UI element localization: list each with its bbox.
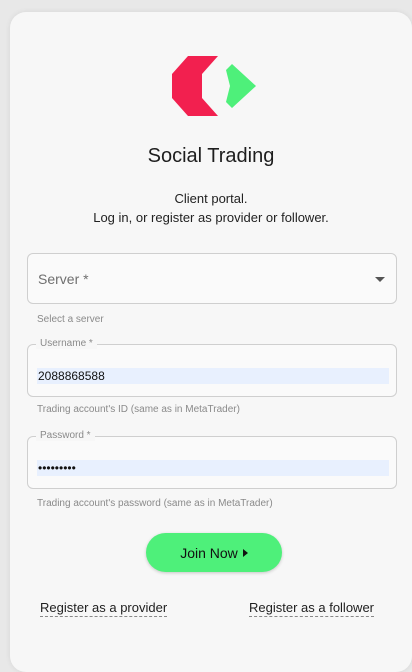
username-helper: Trading account's ID (same as in MetaTra… — [37, 404, 240, 415]
password-helper: Trading account's password (same as in M… — [37, 498, 273, 509]
username-label: Username * — [36, 338, 97, 349]
play-icon — [242, 548, 248, 557]
username-field[interactable]: Username * — [27, 338, 397, 397]
app-subtitle: Client portal. Log in, or register as pr… — [0, 189, 412, 227]
password-label: Password * — [36, 430, 95, 441]
join-now-button[interactable]: Join Now — [146, 533, 282, 572]
register-follower-link[interactable]: Register as a follower — [249, 600, 374, 617]
logo-red-shape — [172, 56, 218, 116]
subtitle-line-1: Client portal. — [174, 191, 248, 206]
password-field[interactable]: Password * — [27, 430, 397, 489]
server-helper: Select a server — [37, 314, 104, 325]
join-now-label: Join Now — [180, 544, 238, 561]
dropdown-arrow-icon[interactable] — [375, 277, 385, 282]
username-input[interactable] — [37, 368, 389, 384]
logo-icon — [172, 56, 256, 116]
server-label: Server * — [38, 271, 89, 287]
subtitle-line-2: Log in, or register as provider or follo… — [93, 210, 329, 225]
logo-green-shape — [226, 64, 256, 108]
register-provider-link[interactable]: Register as a provider — [40, 600, 168, 617]
password-input[interactable] — [37, 460, 389, 476]
app-title: Social Trading — [147, 145, 275, 167]
server-select[interactable]: Server * — [27, 253, 397, 304]
